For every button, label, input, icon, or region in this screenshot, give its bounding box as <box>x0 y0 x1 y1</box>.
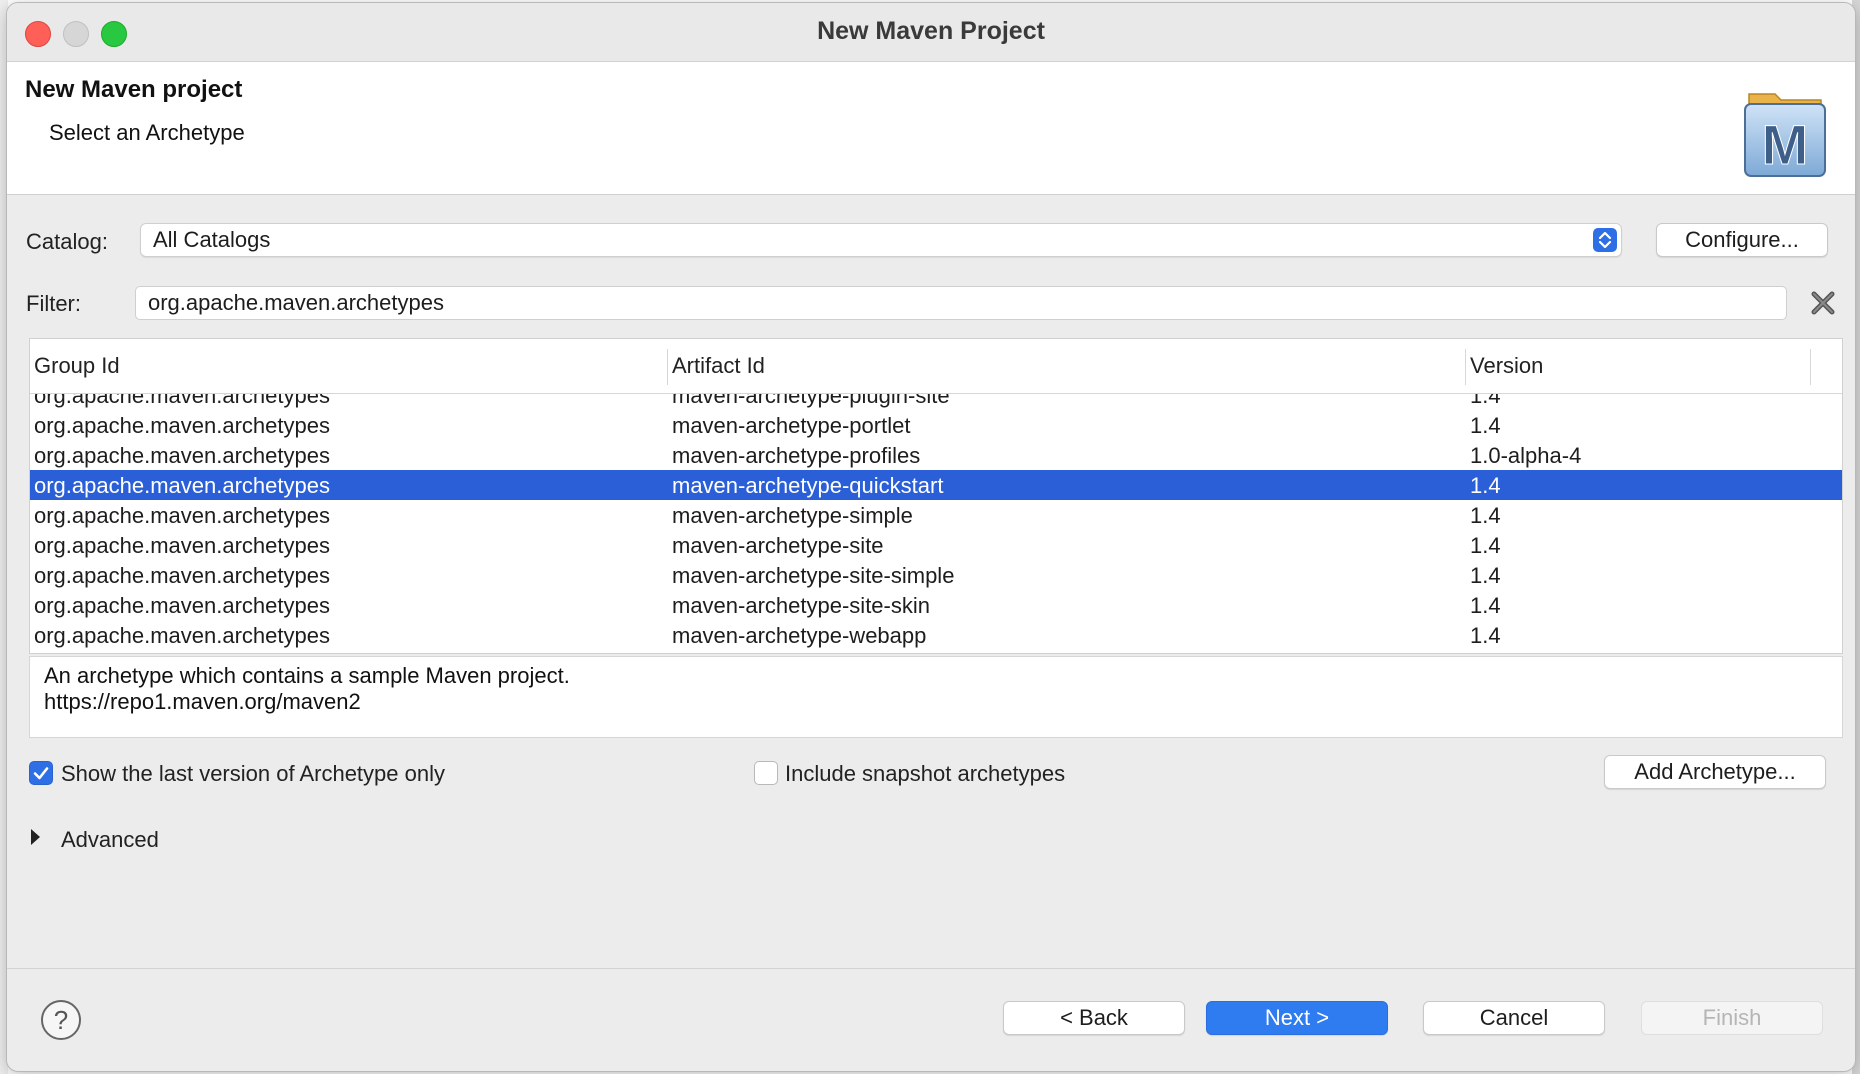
column-divider[interactable] <box>667 349 668 385</box>
cell-version: 1.4 <box>1470 533 1501 558</box>
cell-version: 1.4 <box>1470 394 1501 408</box>
table-row-selected[interactable]: org.apache.maven.archetypes maven-archet… <box>30 470 1842 500</box>
cancel-button[interactable]: Cancel <box>1423 1001 1605 1035</box>
select-arrows-icon <box>1593 228 1617 252</box>
catalog-label: Catalog: <box>26 229 108 254</box>
snapshot-label[interactable]: Include snapshot archetypes <box>785 761 1065 787</box>
cell-version: 1.4 <box>1470 413 1501 438</box>
cell-artifact-id: maven-archetype-webapp <box>672 623 927 648</box>
cell-group-id: org.apache.maven.archetypes <box>34 473 330 498</box>
column-divider[interactable] <box>1465 349 1466 385</box>
help-icon[interactable]: ? <box>41 1000 81 1040</box>
cell-group-id: org.apache.maven.archetypes <box>34 443 330 468</box>
wizard-header: New Maven project Select an Archetype M <box>7 62 1855 195</box>
cell-artifact-id: maven-archetype-plugin-site <box>672 394 950 408</box>
archetype-description: An archetype which contains a sample Mav… <box>29 656 1843 738</box>
catalog-select[interactable]: All Catalogs <box>140 223 1622 257</box>
column-header-group-id[interactable]: Group Id <box>34 353 120 379</box>
cell-artifact-id: maven-archetype-profiles <box>672 443 921 468</box>
next-button[interactable]: Next > <box>1206 1001 1388 1035</box>
table-row[interactable]: org.apache.maven.archetypes maven-archet… <box>30 440 1842 470</box>
table-row[interactable]: org.apache.maven.archetypes maven-archet… <box>30 590 1842 620</box>
table-row[interactable]: org.apache.maven.archetypes maven-archet… <box>30 394 1842 410</box>
cell-group-id: org.apache.maven.archetypes <box>34 593 330 618</box>
cell-group-id: org.apache.maven.archetypes <box>34 413 330 438</box>
cell-version: 1.0-alpha-4 <box>1470 443 1582 468</box>
description-text: An archetype which contains a sample Mav… <box>44 663 570 688</box>
table-header: Group Id Artifact Id Version <box>30 339 1842 394</box>
column-header-artifact-id[interactable]: Artifact Id <box>672 353 765 379</box>
cell-artifact-id: maven-archetype-site <box>672 533 884 558</box>
page-subtitle: Select an Archetype <box>49 120 245 145</box>
table-body: org.apache.maven.archetypes maven-archet… <box>30 394 1842 653</box>
table-row[interactable]: org.apache.maven.archetypes maven-archet… <box>30 560 1842 590</box>
clear-filter-icon[interactable] <box>1809 289 1837 317</box>
filter-label: Filter: <box>26 291 81 316</box>
cell-artifact-id: maven-archetype-site-skin <box>672 593 930 618</box>
cell-version: 1.4 <box>1470 473 1501 498</box>
last-version-label[interactable]: Show the last version of Archetype only <box>61 761 445 787</box>
cell-artifact-id: maven-archetype-quickstart <box>672 473 944 498</box>
cell-version: 1.4 <box>1470 563 1501 588</box>
cell-group-id: org.apache.maven.archetypes <box>34 563 330 588</box>
column-divider[interactable] <box>1810 349 1811 385</box>
title-bar: New Maven Project <box>7 3 1855 62</box>
back-button[interactable]: < Back <box>1003 1001 1185 1035</box>
footer-divider <box>7 968 1855 969</box>
cell-group-id: org.apache.maven.archetypes <box>34 394 330 408</box>
svg-text:M: M <box>1762 113 1809 176</box>
checkmark-icon <box>33 767 49 780</box>
cell-artifact-id: maven-archetype-simple <box>672 503 913 528</box>
add-archetype-button[interactable]: Add Archetype... <box>1604 755 1826 789</box>
table-row[interactable]: org.apache.maven.archetypes maven-archet… <box>30 410 1842 440</box>
column-header-version[interactable]: Version <box>1470 353 1543 379</box>
finish-button[interactable]: Finish <box>1641 1001 1823 1035</box>
filter-value: org.apache.maven.archetypes <box>148 290 444 315</box>
cell-artifact-id: maven-archetype-portlet <box>672 413 911 438</box>
table-row[interactable]: org.apache.maven.archetypes maven-archet… <box>30 530 1842 560</box>
configure-button[interactable]: Configure... <box>1656 223 1828 257</box>
table-row[interactable]: org.apache.maven.archetypes maven-archet… <box>30 620 1842 650</box>
table-row[interactable]: org.apache.maven.archetypes maven-archet… <box>30 500 1842 530</box>
cell-version: 1.4 <box>1470 623 1501 648</box>
cell-version: 1.4 <box>1470 593 1501 618</box>
archetype-table: Group Id Artifact Id Version org.apache.… <box>29 338 1843 654</box>
last-version-checkbox[interactable] <box>29 761 53 785</box>
cell-version: 1.4 <box>1470 503 1501 528</box>
window-title: New Maven Project <box>817 17 1045 45</box>
cell-group-id: org.apache.maven.archetypes <box>34 533 330 558</box>
cell-group-id: org.apache.maven.archetypes <box>34 503 330 528</box>
advanced-section-toggle[interactable]: Advanced <box>61 827 159 853</box>
cell-artifact-id: maven-archetype-site-simple <box>672 563 955 588</box>
new-maven-project-dialog: New Maven Project New Maven project Sele… <box>6 2 1856 1072</box>
snapshot-checkbox[interactable] <box>754 761 778 785</box>
disclosure-triangle-icon[interactable] <box>31 829 40 845</box>
catalog-value: All Catalogs <box>153 227 271 252</box>
cell-group-id: org.apache.maven.archetypes <box>34 623 330 648</box>
maven-logo-icon: M <box>1744 93 1826 177</box>
page-title: New Maven project <box>25 76 243 103</box>
filter-input[interactable]: org.apache.maven.archetypes <box>135 286 1787 320</box>
repository-url: https://repo1.maven.org/maven2 <box>44 689 361 714</box>
